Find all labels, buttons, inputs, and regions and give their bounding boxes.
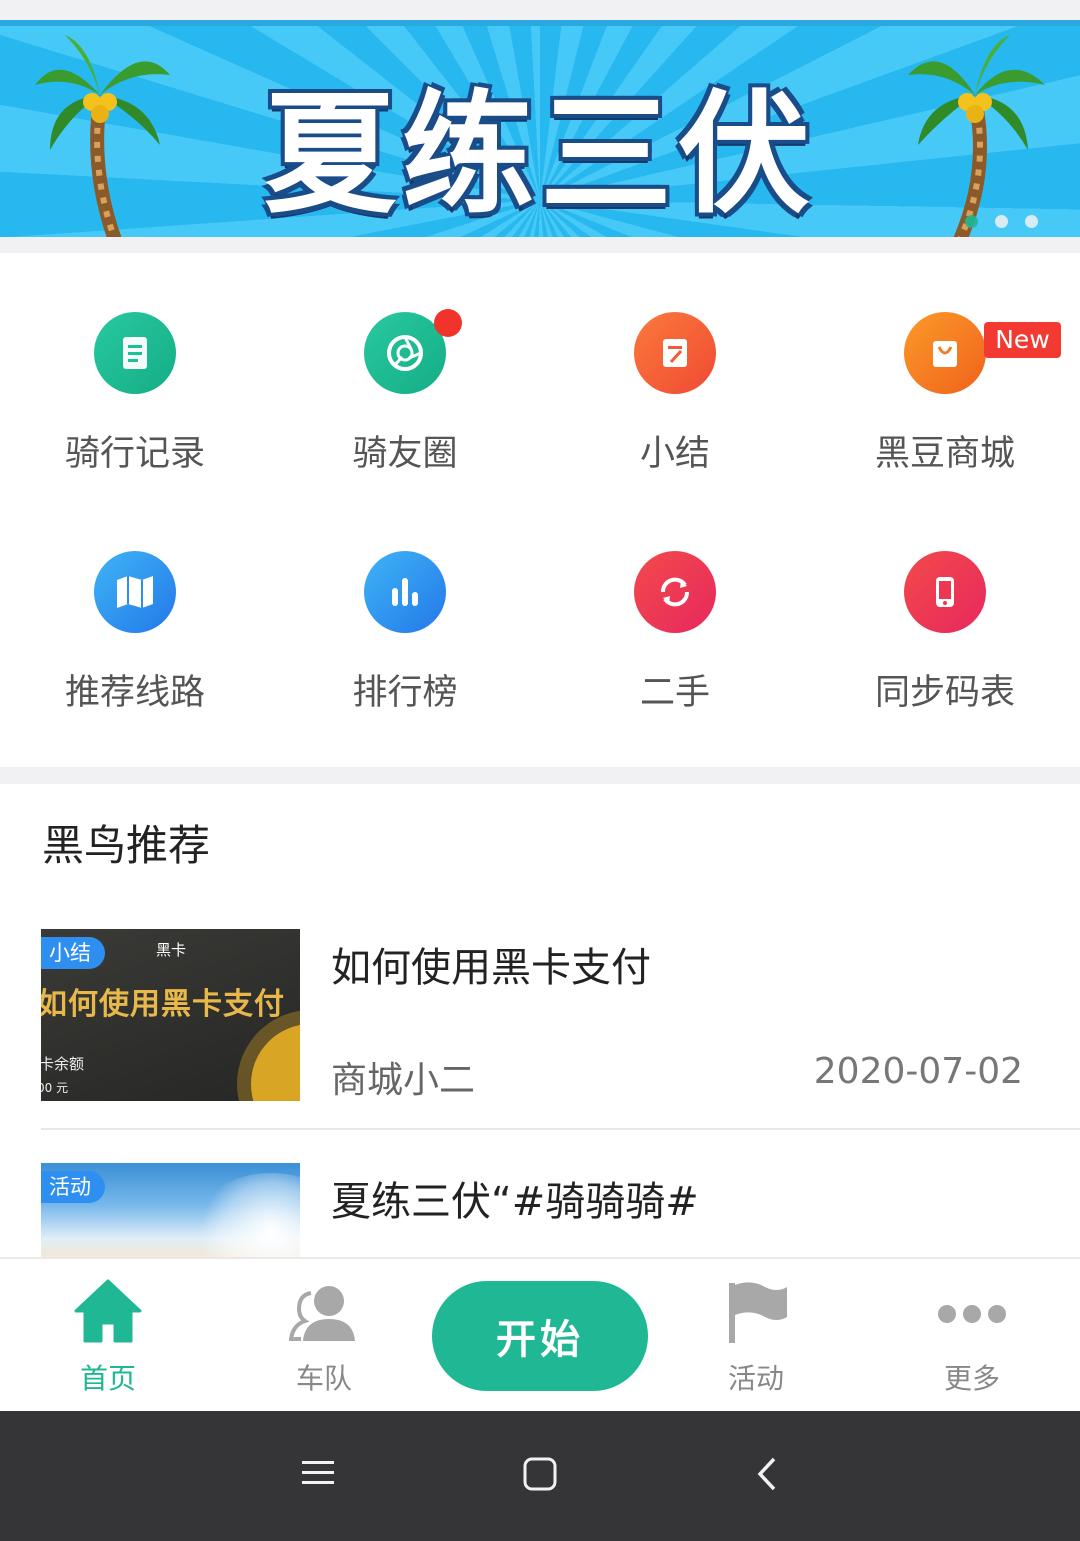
more-dots-icon <box>938 1305 1006 1323</box>
note-edit-icon <box>634 312 716 394</box>
feature-label: 推荐线路 <box>64 673 205 713</box>
system-navigation-bar <box>0 1411 1080 1541</box>
article-title: 如何使用黑卡支付 <box>331 945 651 991</box>
feature-rider-circle[interactable]: 骑友圈 <box>270 253 540 474</box>
feature-grid: 骑行记录 骑友圈 小结 黑豆商城 推荐线路 排行榜 二手 同步码表 <box>0 253 1080 767</box>
thumb-balance-label: 卡余额 <box>41 1055 85 1073</box>
feature-label: 骑行记录 <box>64 434 205 474</box>
article-author: 商城小二 <box>331 1060 476 1101</box>
banner-carousel[interactable]: 夏练三伏 <box>0 20 1080 237</box>
carousel-dot-active[interactable] <box>965 215 978 228</box>
feature-label: 骑友圈 <box>352 434 458 474</box>
map-icon <box>94 551 176 633</box>
article-date: 2020-07-02 <box>813 1051 1023 1092</box>
feature-label: 同步码表 <box>874 673 1015 713</box>
thumb-balance-value: 00 元 <box>41 1081 69 1095</box>
tab-label: 车队 <box>295 1362 352 1395</box>
feature-ride-record[interactable]: 骑行记录 <box>0 253 270 474</box>
article-card[interactable]: 小结 黑卡 如何使用黑卡支付 卡余额 00 元 如何使用黑卡支付 商城小二 20… <box>41 929 1080 1129</box>
article-title: 夏练三伏“#骑骑骑# <box>331 1179 699 1225</box>
menu-icon[interactable] <box>301 1456 335 1490</box>
section-spacer <box>0 767 1080 784</box>
feature-routes[interactable]: 推荐线路 <box>0 492 270 713</box>
palm-tree-right-icon <box>908 35 1045 237</box>
thumb-caption: 如何使用黑卡支付 <box>41 987 285 1022</box>
feature-label: 黑豆商城 <box>874 434 1015 474</box>
tab-label: 首页 <box>79 1362 136 1395</box>
thumb-caption-small: 黑卡 <box>156 941 187 959</box>
notification-dot <box>434 309 462 337</box>
article-card[interactable]: 活动 夏练三伏“#骑骑骑# <box>41 1163 1080 1257</box>
shopping-bag-icon <box>904 312 986 394</box>
bottom-tab-bar: 首页 车队 开始 活动 更多 <box>0 1257 1080 1413</box>
carousel-dot[interactable] <box>995 215 1008 228</box>
article-thumbnail: 小结 黑卡 如何使用黑卡支付 卡余额 00 元 <box>41 929 300 1101</box>
carousel-indicator <box>965 215 1038 228</box>
tab-label: 活动 <box>727 1362 784 1395</box>
back-icon[interactable] <box>752 1456 782 1492</box>
flag-icon <box>729 1282 787 1343</box>
document-icon <box>94 312 176 394</box>
feature-label: 排行榜 <box>352 673 458 713</box>
feature-sync-device[interactable]: 同步码表 <box>810 492 1080 713</box>
home-square-icon[interactable] <box>522 1456 558 1492</box>
new-badge: New <box>984 322 1061 358</box>
phone-icon <box>904 551 986 633</box>
bar-chart-icon <box>364 551 446 633</box>
section-title: 黑鸟推荐 <box>42 821 211 870</box>
article-tag: 活动 <box>41 1171 105 1203</box>
feature-label: 小结 <box>639 434 710 474</box>
feature-second-hand[interactable]: 二手 <box>540 492 810 713</box>
divider <box>41 1128 1080 1130</box>
feature-summary[interactable]: 小结 <box>540 253 810 474</box>
section-spacer <box>0 237 1080 253</box>
home-icon <box>74 1279 142 1343</box>
feature-label: 二手 <box>639 673 710 713</box>
article-tag: 小结 <box>41 937 105 969</box>
top-spacer <box>0 0 1080 20</box>
tab-label: 更多 <box>943 1362 1000 1395</box>
team-icon <box>289 1286 355 1341</box>
start-ride-button[interactable]: 开始 <box>432 1281 648 1391</box>
article-thumbnail: 活动 <box>41 1163 300 1257</box>
banner-frame <box>0 20 1080 26</box>
carousel-dot[interactable] <box>1025 215 1038 228</box>
refresh-icon <box>634 551 716 633</box>
feature-ranking[interactable]: 排行榜 <box>270 492 540 713</box>
